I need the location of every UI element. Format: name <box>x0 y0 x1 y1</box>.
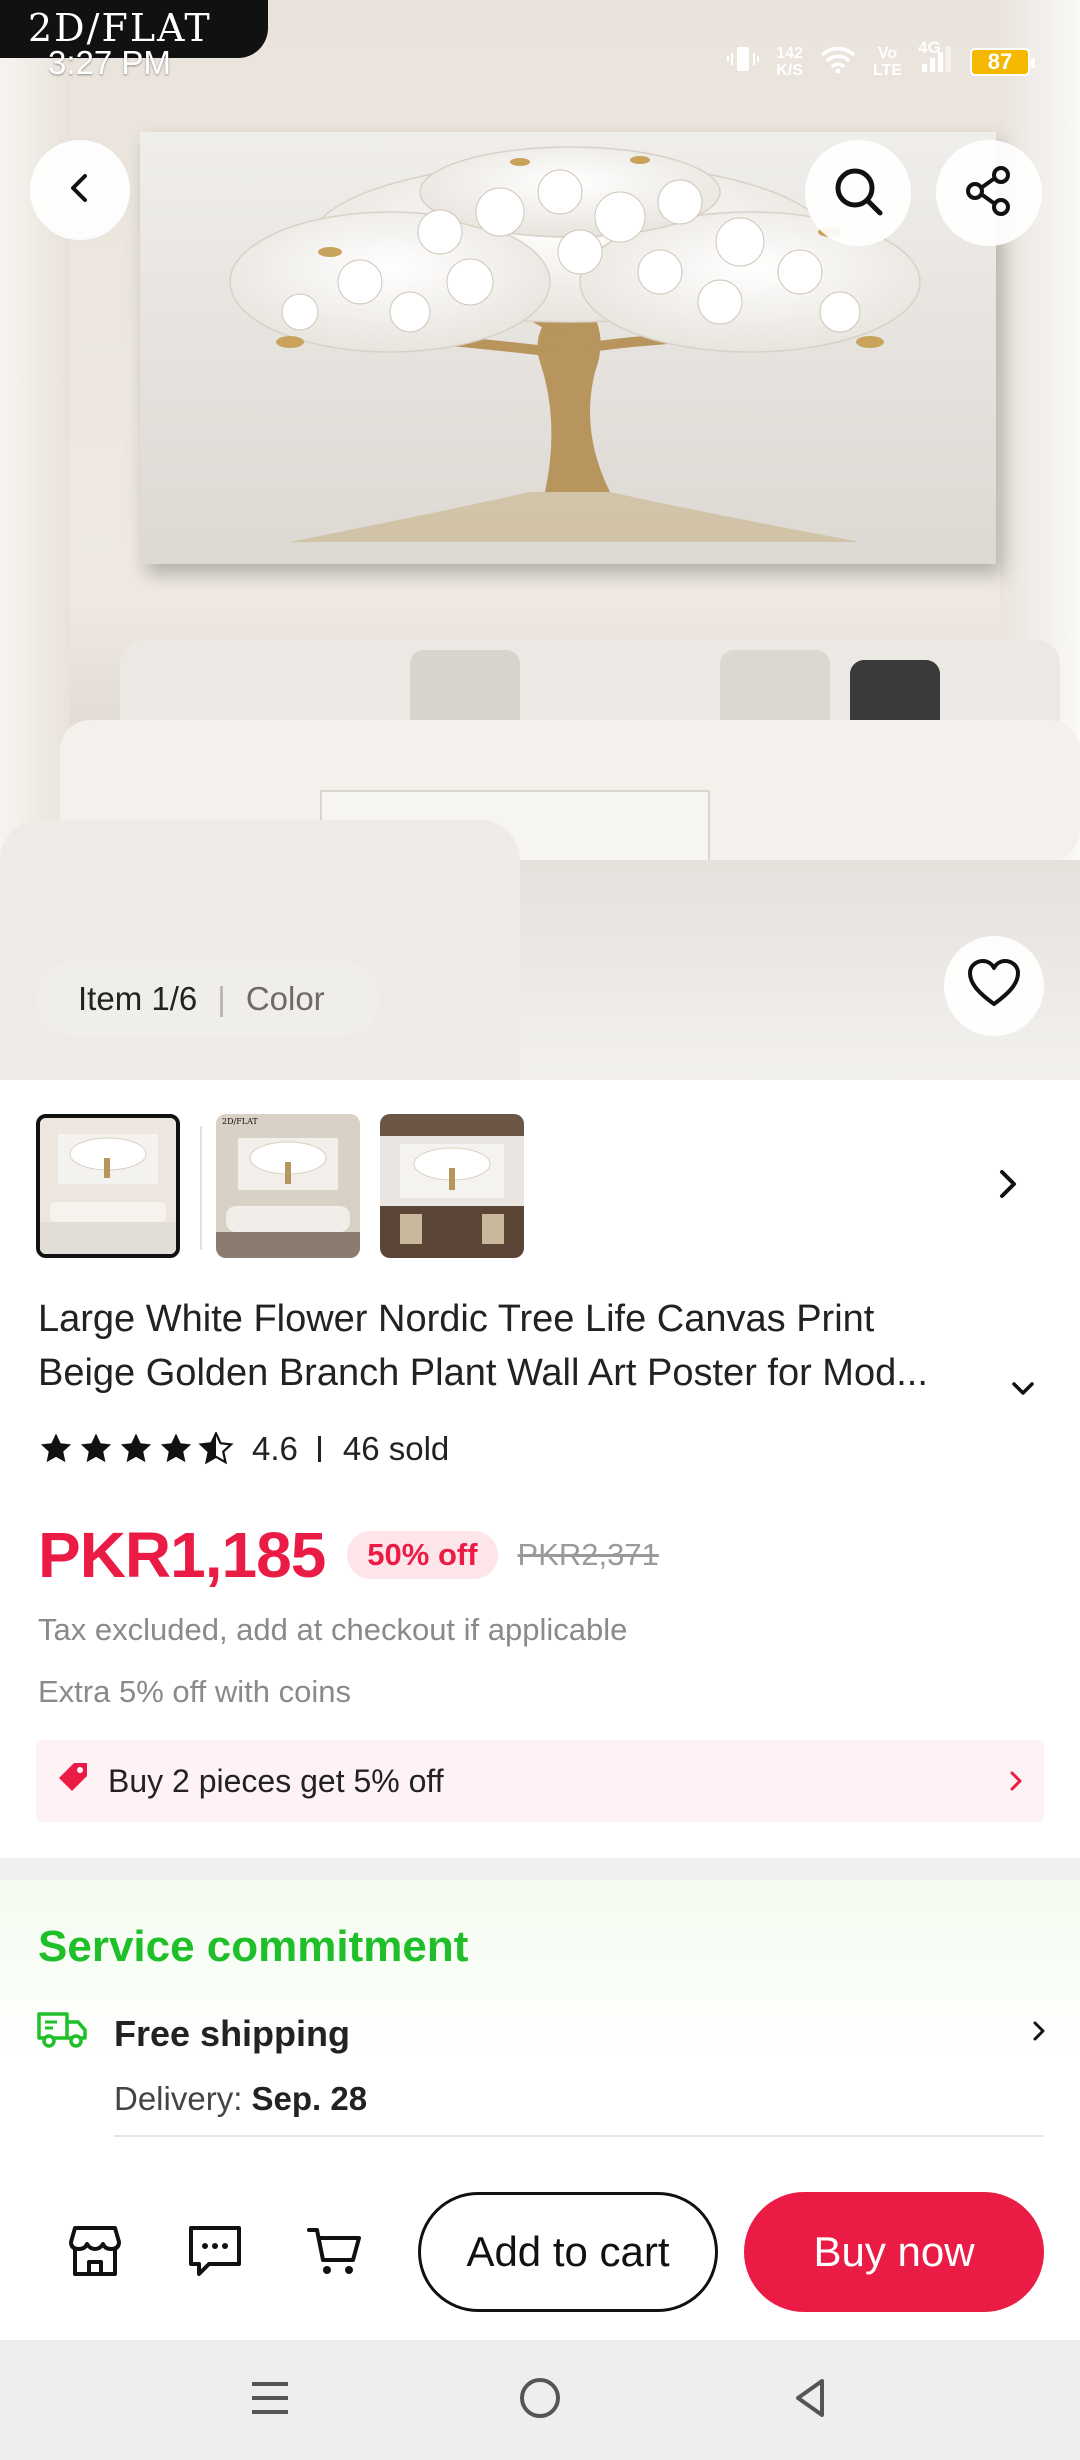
star-icon <box>160 1433 192 1463</box>
delivery-label: Delivery: <box>114 2080 243 2117</box>
free-shipping-row[interactable]: Free shipping <box>36 2008 350 2059</box>
chevron-down-icon[interactable] <box>1008 1364 1038 1418</box>
share-button[interactable] <box>936 140 1042 246</box>
thumbnail-badge: 2D/FLAT <box>222 1117 258 1126</box>
star-icon <box>120 1433 152 1463</box>
chevron-right-icon <box>990 1170 1026 1208</box>
store-button[interactable] <box>62 2220 128 2286</box>
color-label: Color <box>245 980 325 1017</box>
volte-top: Vo <box>877 44 898 62</box>
add-to-cart-button[interactable]: Add to cart <box>418 2192 718 2312</box>
item-counter: Item 1/6 <box>78 980 198 1017</box>
discount-badge: 50% off <box>347 1531 498 1579</box>
signal-icon: 4G <box>918 38 954 79</box>
status-icons: 142 K/S Vo LTE 4G 87 <box>726 38 1035 79</box>
thumbnail-1[interactable] <box>36 1114 180 1258</box>
net-speed: 142 K/S <box>776 45 803 79</box>
network-type: 4G <box>918 38 941 57</box>
sofa-front <box>0 820 520 1080</box>
star-icon <box>80 1433 112 1463</box>
store-icon <box>65 2222 125 2285</box>
net-speed-unit: K/S <box>776 61 803 79</box>
chevron-right-icon <box>1006 1766 1026 1803</box>
service-title: Service commitment <box>38 1922 469 1971</box>
back-button[interactable] <box>30 140 130 240</box>
window-left <box>0 0 70 860</box>
search-icon <box>830 163 886 224</box>
share-icon <box>961 163 1017 224</box>
rating-stars <box>38 1432 234 1466</box>
price-row: PKR1,185 50% off PKR2,371 <box>38 1518 659 1592</box>
cart-icon <box>305 2222 365 2285</box>
bundle-promo-banner[interactable]: Buy 2 pieces get 5% off <box>36 1740 1044 1822</box>
tax-note: Tax excluded, add at checkout if applica… <box>38 1612 628 1647</box>
rating-row[interactable]: 4.6 46 sold <box>38 1430 449 1468</box>
home-circle-icon <box>517 2375 563 2426</box>
bottom-action-bar: Add to cart Buy now <box>0 2168 1080 2340</box>
thumbnails-next-button[interactable] <box>990 1164 1026 1209</box>
thumbnail-strip: 2D/FLAT <box>36 1114 1044 1262</box>
sold-count: 46 sold <box>342 1430 450 1467</box>
chevron-left-icon <box>60 168 100 213</box>
wishlist-button[interactable] <box>944 936 1044 1036</box>
net-speed-value: 142 <box>776 44 803 62</box>
status-bar: 2D/FLAT 3:27 PM 142 K/S Vo LTE 4G 87 <box>0 0 1080 90</box>
service-divider <box>114 2135 1044 2137</box>
menu-nav-button[interactable] <box>240 2370 300 2430</box>
wifi-icon <box>819 44 857 79</box>
thumbnail-2[interactable]: 2D/FLAT <box>216 1114 360 1258</box>
rating-divider <box>317 1436 321 1462</box>
pill-separator: | <box>217 980 226 1017</box>
rating-value: 4.6 <box>252 1430 298 1467</box>
volte-bottom: LTE <box>872 61 902 79</box>
thumbnail-3[interactable] <box>380 1114 524 1258</box>
menu-icon <box>248 2378 292 2423</box>
buy-now-button[interactable]: Buy now <box>744 2192 1044 2312</box>
original-price: PKR2,371 <box>517 1537 659 1572</box>
service-commitment-section: Service commitment Free shipping Deliver… <box>0 1880 1080 2190</box>
cart-button[interactable] <box>302 2220 368 2286</box>
delivery-date: Sep. 28 <box>251 2080 368 2117</box>
home-nav-button[interactable] <box>510 2370 570 2430</box>
triangle-back-icon <box>788 2375 832 2426</box>
vibrate-icon <box>726 44 760 79</box>
star-icon <box>40 1433 72 1463</box>
back-nav-button[interactable] <box>780 2370 840 2430</box>
clock: 3:27 PM <box>48 44 171 81</box>
heart-icon <box>966 958 1022 1015</box>
product-title-line1: Large White Flower Nordic Tree Life Canv… <box>38 1298 875 1340</box>
section-divider <box>0 1858 1080 1880</box>
system-navigation-bar <box>0 2340 1080 2460</box>
product-title-line2: Beige Golden Branch Plant Wall Art Poste… <box>38 1352 928 1394</box>
coins-note: Extra 5% off with coins <box>38 1674 352 1709</box>
image-counter-pill[interactable]: Item 1/6 | Color <box>36 962 380 1036</box>
battery-icon: 87 <box>970 47 1035 76</box>
chat-icon <box>185 2222 245 2285</box>
truck-icon <box>36 2008 88 2059</box>
chat-button[interactable] <box>182 2220 248 2286</box>
promo-text: Buy 2 pieces get 5% off <box>108 1762 444 1799</box>
star-half-icon <box>198 1432 234 1465</box>
volte-indicator: Vo LTE <box>873 45 902 79</box>
product-image-gallery[interactable]: 2D/FLAT 3:27 PM 142 K/S Vo LTE 4G 87 Ite… <box>0 0 1080 1080</box>
price-tag-icon <box>56 1760 90 1802</box>
product-title[interactable]: Large White Flower Nordic Tree Life Canv… <box>38 1292 1038 1400</box>
free-shipping-label: Free shipping <box>114 2012 351 2054</box>
thumbnail-divider <box>200 1126 202 1250</box>
chevron-right-icon[interactable] <box>1028 2016 1050 2051</box>
delivery-info: Delivery: Sep. 28 <box>114 2080 367 2118</box>
current-price: PKR1,185 <box>38 1519 326 1591</box>
search-button[interactable] <box>805 140 911 246</box>
